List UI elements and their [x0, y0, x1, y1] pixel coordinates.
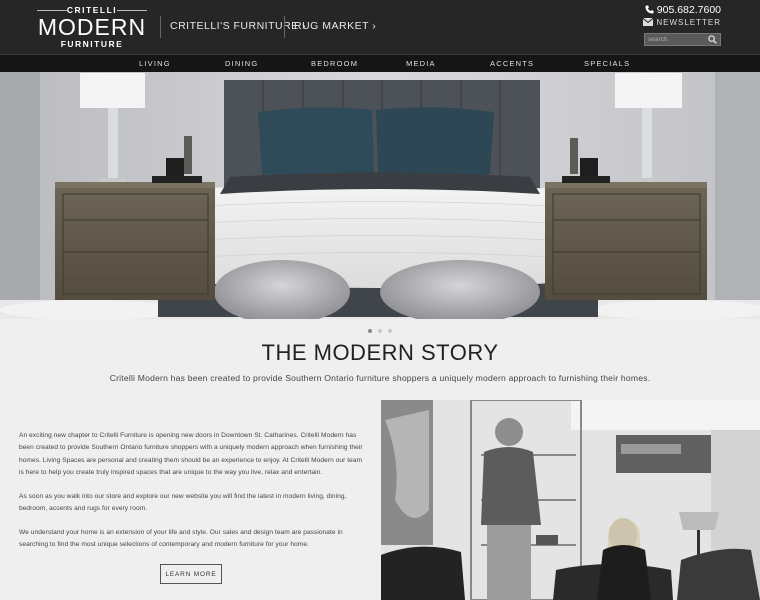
logo-rule-right	[117, 10, 147, 11]
search-box	[644, 33, 721, 46]
main-nav: LIVING DINING BEDROOM MEDIA ACCENTS SPEC…	[0, 54, 760, 72]
logo-bottom-text: FURNITURE	[60, 39, 124, 49]
story-paragraph: As soon as you walk into our store and e…	[19, 493, 347, 513]
search-icon[interactable]	[708, 35, 717, 44]
logo[interactable]: CRITELLI MODERN FURNITURE	[37, 4, 147, 50]
nav-item-specials[interactable]: SPECIALS	[584, 59, 630, 68]
nav-item-bedroom[interactable]: BEDROOM	[311, 59, 358, 68]
story-paragraph: We understand your home is an extension …	[19, 529, 343, 549]
rug-market-link[interactable]: RUG MARKET ›	[294, 20, 376, 32]
slider-dot-1[interactable]	[368, 329, 372, 333]
newsletter-link[interactable]: NEWSLETTER	[643, 18, 721, 27]
nav-item-media[interactable]: MEDIA	[406, 59, 436, 68]
envelope-icon	[643, 18, 654, 26]
story-paragraph: An exciting new chapter to Critelli Furn…	[19, 432, 363, 476]
nav-item-dining[interactable]: DINING	[225, 59, 258, 68]
site-header: CRITELLI MODERN FURNITURE CRITELLI'S FUR…	[0, 0, 760, 54]
phone-number[interactable]: 905.682.7600	[645, 4, 721, 16]
team-photo	[381, 400, 760, 600]
slider-dots	[0, 320, 760, 333]
story-subtitle: Critelli Modern has been created to prov…	[109, 373, 651, 383]
story-title: THE MODERN STORY	[261, 340, 499, 365]
newsletter-label: NEWSLETTER	[656, 18, 721, 27]
critellis-furniture-link[interactable]: CRITELLI'S FURNITURE ›	[170, 20, 306, 32]
header-divider	[284, 16, 285, 38]
search-input[interactable]	[648, 34, 706, 45]
hero-slider[interactable]	[0, 72, 760, 319]
showroom-team-image	[381, 400, 760, 600]
hero-bedroom-image	[0, 72, 760, 319]
phone-text: 905.682.7600	[656, 4, 721, 16]
learn-more-button[interactable]: LEARN MORE	[160, 564, 222, 584]
nav-item-accents[interactable]: ACCENTS	[490, 59, 534, 68]
phone-icon	[645, 5, 654, 14]
nav-item-living[interactable]: LIVING	[139, 59, 171, 68]
slider-dot-3[interactable]	[388, 329, 392, 333]
header-divider	[160, 16, 161, 38]
slider-dot-2[interactable]	[378, 329, 382, 333]
logo-main-text: MODERN	[37, 14, 147, 40]
